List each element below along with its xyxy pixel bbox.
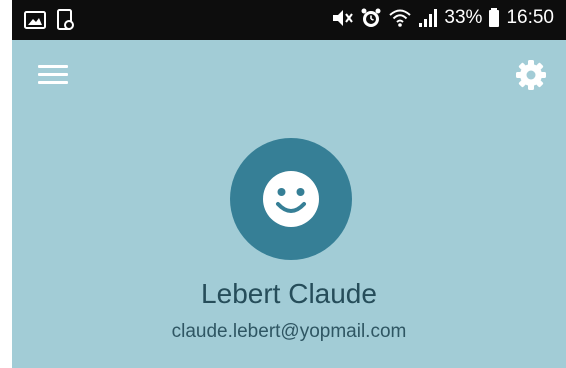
gear-icon[interactable] bbox=[514, 58, 548, 92]
status-time: 16:50 bbox=[506, 7, 554, 28]
avatar[interactable] bbox=[230, 138, 352, 260]
status-left bbox=[24, 9, 74, 36]
battery-percent: 33% bbox=[444, 7, 483, 28]
wifi-icon bbox=[388, 7, 412, 29]
battery-icon bbox=[488, 7, 500, 29]
app-frame: 33% 16:50 Lebert Claude claude.lebert@yo… bbox=[12, 0, 566, 368]
signal-icon bbox=[418, 7, 438, 29]
screenshot-icon bbox=[56, 9, 74, 36]
profile-screen: Lebert Claude claude.lebert@yopmail.com bbox=[12, 40, 566, 368]
user-name: Lebert Claude bbox=[201, 278, 377, 309]
user-email: claude.lebert@yopmail.com bbox=[171, 321, 407, 342]
status-bar: 33% 16:50 bbox=[12, 0, 566, 40]
alarm-icon bbox=[360, 7, 382, 29]
mute-icon bbox=[330, 7, 354, 29]
smiley-face-icon bbox=[263, 171, 319, 227]
hamburger-menu-icon[interactable] bbox=[38, 63, 68, 87]
image-icon bbox=[24, 10, 46, 35]
status-right: 33% 16:50 bbox=[330, 7, 554, 29]
